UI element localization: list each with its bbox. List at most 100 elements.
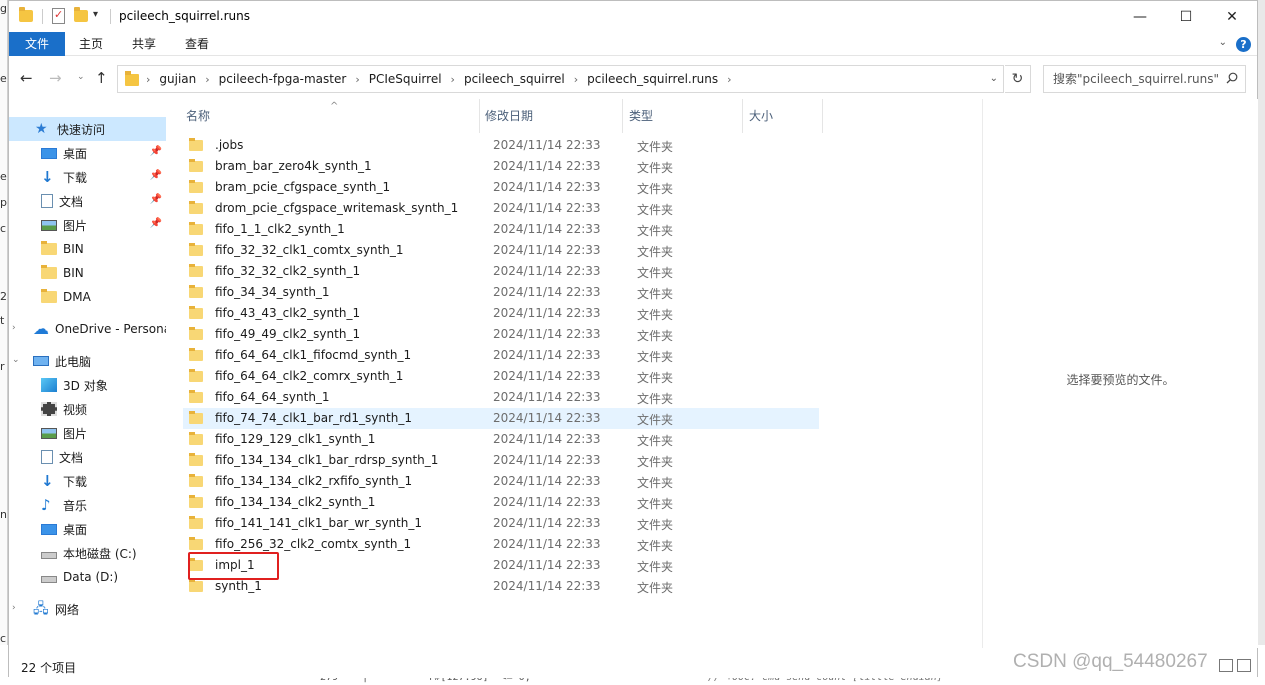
breadcrumb-item[interactable]: pcileech-fpga-master [219,72,347,86]
file-name: fifo_49_49_clk2_synth_1 [215,327,361,341]
sidebar-item-drive-c[interactable]: 本地磁盘 (C:) [9,541,166,565]
tab-share[interactable]: 共享 [120,32,168,56]
sidebar-item-music[interactable]: ♪ 音乐 [9,493,166,517]
customize-toolbar-chevron-icon[interactable]: ▾ [93,9,98,20]
table-row[interactable]: fifo_1_1_clk2_synth_1 2024/11/14 22:33 文件夹 [183,219,819,240]
folder-icon [189,369,203,382]
table-row[interactable]: bram_bar_zero4k_synth_1 2024/11/14 22:33 文… [183,156,819,177]
sidebar-item-documents[interactable]: 文档 📌 [9,189,166,213]
search-icon[interactable] [1226,72,1238,84]
breadcrumb-item[interactable]: gujian [159,72,196,86]
up-arrow-icon[interactable]: ↑ [95,69,108,87]
file-date: 2024/11/14 22:33 [493,558,601,572]
document-icon [41,194,53,208]
table-row[interactable]: fifo_129_129_clk1_synth_1 2024/11/14 22:3… [183,429,819,450]
new-folder-icon[interactable] [74,7,88,22]
table-row[interactable]: fifo_64_64_synth_1 2024/11/14 22:33 文件夹 [183,387,819,408]
table-row[interactable]: fifo_34_34_synth_1 2024/11/14 22:33 文件夹 [183,282,819,303]
sidebar-item-this-pc[interactable]: 此电脑 [9,349,166,373]
file-date: 2024/11/14 22:33 [493,180,601,194]
column-header-type[interactable]: 类型 [623,99,743,133]
help-icon[interactable]: ? [1236,37,1251,52]
table-row[interactable]: fifo_134_134_clk2_rxfifo_synth_1 2024/11/… [183,471,819,492]
tab-file[interactable]: 文件 [9,32,65,56]
properties-icon[interactable] [52,8,65,24]
sidebar-item-3d-objects[interactable]: 3D 对象 [9,373,166,397]
large-icons-view-icon[interactable] [1237,659,1251,672]
address-history-chevron-icon[interactable]: ⌄ [990,73,998,84]
sidebar-item-onedrive[interactable]: ☁ OneDrive - Persona [9,317,166,341]
column-header-name[interactable]: 名称 ^ [172,99,480,133]
breadcrumb-chevron-icon[interactable]: › [205,73,209,86]
document-icon [41,450,53,464]
file-name: bram_bar_zero4k_synth_1 [215,159,372,173]
table-row[interactable]: fifo_134_134_clk1_bar_rdrsp_synth_1 2024/… [183,450,819,471]
refresh-icon[interactable]: ↻ [1005,65,1031,93]
sidebar-item-bin[interactable]: BIN [9,261,166,285]
background-glyph: c [0,222,7,235]
sidebar-item-desktop[interactable]: 桌面 📌 [9,141,166,165]
breadcrumb-chevron-icon[interactable]: › [727,73,731,86]
file-type: 文件夹 [637,476,674,490]
table-row[interactable]: fifo_43_43_clk2_synth_1 2024/11/14 22:33 文… [183,303,819,324]
sidebar-item-bin[interactable]: BIN [9,237,166,261]
sidebar-item-documents[interactable]: 文档 [9,445,166,469]
back-arrow-icon[interactable]: ← [20,69,33,87]
table-row[interactable]: bram_pcie_cfgspace_synth_1 2024/11/14 22:… [183,177,819,198]
table-row[interactable]: fifo_32_32_clk2_synth_1 2024/11/14 22:33 文… [183,261,819,282]
download-icon: ↓ [41,472,54,490]
table-row[interactable]: fifo_32_32_clk1_comtx_synth_1 2024/11/14 … [183,240,819,261]
table-row[interactable]: fifo_64_64_clk2_comrx_synth_1 2024/11/14 … [183,366,819,387]
table-row[interactable]: fifo_49_49_clk2_synth_1 2024/11/14 22:33 文… [183,324,819,345]
breadcrumb-chevron-icon[interactable]: › [355,73,359,86]
onedrive-icon: ☁ [33,319,49,338]
table-row[interactable]: fifo_134_134_clk2_synth_1 2024/11/14 22:3… [183,492,819,513]
folder-icon [189,495,203,508]
sidebar-item-quick-access[interactable]: ★ 快速访问 [9,117,166,141]
sidebar-item-videos[interactable]: 视频 [9,397,166,421]
minimize-button[interactable]: — [1117,1,1163,32]
breadcrumb-item[interactable]: PCIeSquirrel [369,72,442,86]
sidebar-item-downloads[interactable]: ↓ 下载 [9,469,166,493]
item-count: 22 个项目 [21,661,77,675]
column-header-size[interactable]: 大小 [743,99,823,133]
folder-icon [189,138,203,151]
maximize-button[interactable]: ☐ [1163,1,1209,32]
sidebar-item-dma[interactable]: DMA [9,285,166,309]
file-type: 文件夹 [637,413,674,427]
table-row[interactable]: fifo_74_74_clk1_bar_rd1_synth_1 2024/11/1… [183,408,819,429]
breadcrumb-item[interactable]: pcileech_squirrel.runs [587,72,718,86]
search-box[interactable] [1043,65,1246,93]
expand-ribbon-chevron-icon[interactable]: ⌄ [1219,37,1227,48]
table-row[interactable]: fifo_64_64_clk1_fifocmd_synth_1 2024/11/1… [183,345,819,366]
sidebar-item-drive-d[interactable]: Data (D:) [9,565,166,589]
column-header-date[interactable]: 修改日期 [480,99,623,133]
sidebar-item-downloads[interactable]: ↓ 下载 📌 [9,165,166,189]
breadcrumb-chevron-icon[interactable]: › [451,73,455,86]
sidebar-item-pictures[interactable]: 图片 [9,421,166,445]
forward-arrow-icon[interactable]: → [49,69,62,87]
folder-icon [41,289,57,303]
file-date: 2024/11/14 22:33 [493,159,601,173]
close-button[interactable]: ✕ [1209,1,1255,32]
breadcrumb-item[interactable]: pcileech_squirrel [464,72,565,86]
sidebar-item-network[interactable]: 🖧 网络 [9,597,166,621]
tab-home[interactable]: 主页 [67,32,115,56]
file-name: drom_pcie_cfgspace_writemask_synth_1 [215,201,459,215]
sidebar-item-pictures[interactable]: 图片 📌 [9,213,166,237]
table-row[interactable]: .jobs 2024/11/14 22:33 文件夹 [183,135,819,156]
folder-icon[interactable] [19,7,33,22]
file-date: 2024/11/14 22:33 [493,579,601,593]
search-input[interactable] [1045,67,1221,91]
address-bar[interactable]: › gujian › pcileech-fpga-master › PCIeSq… [117,65,1004,93]
file-type: 文件夹 [637,581,674,595]
table-row[interactable]: fifo_141_141_clk1_bar_wr_synth_1 2024/11/… [183,513,819,534]
details-view-icon[interactable] [1219,659,1233,672]
breadcrumb-chevron-icon[interactable]: › [574,73,578,86]
tab-view[interactable]: 查看 [173,32,221,56]
file-date: 2024/11/14 22:33 [493,516,601,530]
breadcrumb-chevron-icon[interactable]: › [146,73,150,86]
table-row[interactable]: drom_pcie_cfgspace_writemask_synth_1 2024… [183,198,819,219]
recent-locations-chevron-icon[interactable]: ⌄ [77,72,85,82]
sidebar-item-desktop[interactable]: 桌面 [9,517,166,541]
